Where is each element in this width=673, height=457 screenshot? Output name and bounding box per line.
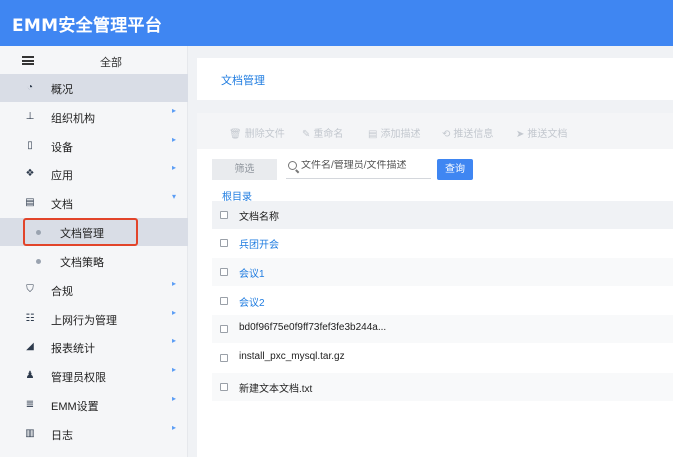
app-title: EMM安全管理平台 xyxy=(12,16,163,36)
send-icon: ➤ xyxy=(516,129,525,140)
sidebar-item-label: 概况 xyxy=(51,84,73,96)
search-icon xyxy=(288,161,297,170)
app-icon: ❖ xyxy=(25,168,35,179)
sidebar-item-admin-permissions[interactable]: ♟ 管理员权限 ▸ xyxy=(0,362,188,390)
refresh-icon: ⟲ xyxy=(442,129,451,140)
file-name: 新建文本文档.txt xyxy=(239,384,313,395)
chevron-right-icon: ▸ xyxy=(172,279,177,288)
sidebar-item-reports[interactable]: ◢ 报表统计 ▸ xyxy=(0,333,188,361)
folder-link[interactable]: 会议1 xyxy=(239,265,265,280)
chevron-right-icon: ▸ xyxy=(172,308,177,317)
sidebar-item-label: 日志 xyxy=(51,430,73,442)
file-name: bd0f96f75e0f9ff73fef3fe3b244a... xyxy=(239,322,387,333)
sidebar-subitem-document-policy[interactable]: 文档策略 xyxy=(0,247,188,275)
area-chart-icon: ◢ xyxy=(26,341,34,352)
add-description-button[interactable]: ▤ 添加描述 xyxy=(368,125,420,140)
toolbar: 🗑 删除文件 ✎ 重命名 ▤ 添加描述 ⟲ 推送信息 ➤ 推送文档 xyxy=(197,113,673,149)
chevron-right-icon: ▸ xyxy=(172,365,177,374)
sidebar-item-web-behavior[interactable]: ☷ 上网行为管理 ▸ xyxy=(0,305,188,333)
sidebar-item-compliance[interactable]: ⛉ 合规 ▸ xyxy=(0,276,188,304)
row-checkbox[interactable] xyxy=(220,383,228,391)
row-checkbox[interactable] xyxy=(220,354,228,362)
breadcrumb-bar: 文档管理 xyxy=(197,58,673,100)
sidebar-item-label: 上网行为管理 xyxy=(51,315,117,327)
content-panel: 🗑删除文件 ✎重命名 ▤添加描述 ⟲推送信息 ➤推送文档 筛选 查询 根目录 文… xyxy=(197,113,673,457)
table-row: 兵团开会 xyxy=(212,229,673,257)
breadcrumb: 文档管理 xyxy=(221,75,265,87)
sidebar-all-label[interactable]: 全部 xyxy=(100,54,122,70)
selection-highlight-box xyxy=(23,218,138,246)
file-name: install_pxc_mysql.tar.gz xyxy=(239,351,345,362)
main-area: 文档管理 🗑删除文件 ✎重命名 ▤添加描述 ⟲推送信息 ➤推送文档 筛选 查询 … xyxy=(188,46,673,457)
sidebar-item-label: 设备 xyxy=(51,142,73,154)
top-bar: EMM安全管理平台 xyxy=(0,0,673,46)
table-header-row: 文档名称 xyxy=(212,201,673,229)
sidebar-item-apps[interactable]: ❖ 应用 ▸ xyxy=(0,160,188,188)
sidebar-subitem-label: 文档策略 xyxy=(60,257,104,269)
table-row: 会议1 xyxy=(212,258,673,286)
sidebar-item-label: 组织机构 xyxy=(51,113,95,125)
sidebar-item-label: 管理员权限 xyxy=(51,372,106,384)
search-input[interactable] xyxy=(301,160,429,171)
column-header-name: 文档名称 xyxy=(239,212,279,223)
sidebar-item-label: 应用 xyxy=(51,170,73,182)
menu-toggle-icon[interactable] xyxy=(22,56,34,65)
table-row: install_pxc_mysql.tar.gz xyxy=(212,344,673,372)
sidebar-item-organization[interactable]: ⊥ 组织机构 ▸ xyxy=(0,103,188,131)
pie-chart-icon: ◔ xyxy=(26,82,34,93)
delete-file-button[interactable]: 🗑 删除文件 xyxy=(229,125,285,140)
sidebar: 全部 ◔ 概况 ⊥ 组织机构 ▸ ▯ 设备 ▸ ❖ 应用 ▸ ▤ 文档 ▾ 文档… xyxy=(0,46,188,457)
chevron-right-icon: ▸ xyxy=(172,106,177,115)
document-icon: ▤ xyxy=(25,197,35,208)
sidebar-item-logs[interactable]: ▥ 日志 ▸ xyxy=(0,420,188,448)
sidebar-item-documents[interactable]: ▤ 文档 ▾ xyxy=(0,189,188,217)
chevron-right-icon: ▸ xyxy=(172,163,177,172)
sidebar-item-label: 合规 xyxy=(51,286,73,298)
sidebar-item-label: 文档 xyxy=(51,199,73,211)
chevron-right-icon: ▸ xyxy=(172,423,177,432)
sidebar-item-overview[interactable]: ◔ 概况 xyxy=(0,74,188,102)
select-all-checkbox[interactable] xyxy=(220,211,228,219)
query-button[interactable]: 查询 xyxy=(437,159,473,180)
chevron-down-icon: ▾ xyxy=(172,192,177,201)
folder-link[interactable]: 兵团开会 xyxy=(239,236,279,251)
row-checkbox[interactable] xyxy=(220,268,228,276)
sidebar-item-devices[interactable]: ▯ 设备 ▸ xyxy=(0,132,188,160)
rename-button[interactable]: ✎ 重命名 xyxy=(302,125,343,140)
table-row: 会议2 xyxy=(212,287,673,315)
push-info-button[interactable]: ⟲ 推送信息 xyxy=(442,125,493,140)
filter-button[interactable]: 筛选 xyxy=(212,159,277,180)
push-document-button[interactable]: ➤ 推送文档 xyxy=(516,125,567,140)
chevron-right-icon: ▸ xyxy=(172,394,177,403)
device-icon: ▯ xyxy=(27,140,33,151)
server-icon: ≣ xyxy=(25,399,35,410)
shield-icon: ⛉ xyxy=(26,284,34,295)
org-chart-icon: ⊥ xyxy=(25,111,35,122)
bullet-dot-icon xyxy=(36,259,41,264)
note-icon: ▤ xyxy=(368,129,378,140)
search-box xyxy=(286,158,431,179)
table-row: bd0f96f75e0f9ff73fef3fe3b244a... xyxy=(212,315,673,343)
sidebar-header: 全部 xyxy=(0,46,188,74)
sidebar-item-label: 报表统计 xyxy=(51,343,95,355)
sidebar-item-label: EMM设置 xyxy=(51,401,99,413)
chevron-right-icon: ▸ xyxy=(172,336,177,345)
users-icon: ☷ xyxy=(25,313,35,324)
row-checkbox[interactable] xyxy=(220,297,228,305)
edit-icon: ✎ xyxy=(302,129,311,140)
sidebar-item-emm-settings[interactable]: ≣ EMM设置 ▸ xyxy=(0,391,188,419)
table-row: 新建文本文档.txt xyxy=(212,373,673,401)
log-book-icon: ▥ xyxy=(25,428,35,439)
admin-icon: ♟ xyxy=(25,370,35,381)
row-checkbox[interactable] xyxy=(220,325,228,333)
chevron-right-icon: ▸ xyxy=(172,135,177,144)
row-checkbox[interactable] xyxy=(220,239,228,247)
folder-link[interactable]: 会议2 xyxy=(239,294,265,309)
trash-icon: 🗑 xyxy=(229,129,242,140)
